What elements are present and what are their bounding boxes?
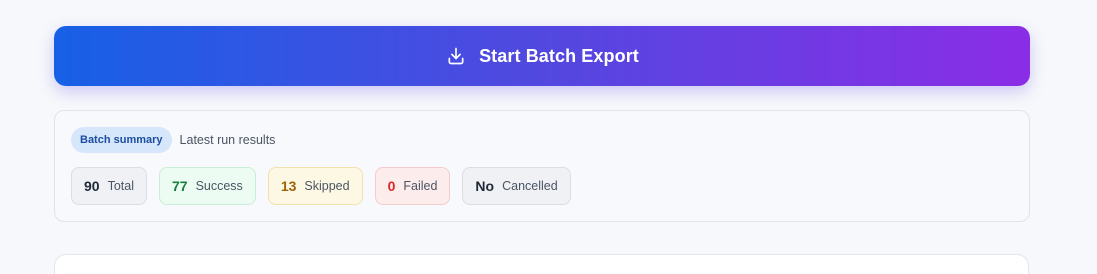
export-button-label: Start Batch Export [479, 45, 639, 66]
stat-skipped-value: 13 [280, 178, 297, 194]
stat-success-label: Success [195, 179, 243, 193]
download-icon [445, 45, 467, 67]
summary-header: Batch summary Latest run results [71, 127, 275, 153]
stat-cancelled: No Cancelled [462, 167, 571, 205]
stat-success-value: 77 [171, 178, 188, 194]
stat-skipped: 13 Skipped [267, 167, 363, 205]
stat-total: 90 Total [71, 167, 147, 205]
stat-failed: 0 Failed [374, 167, 451, 205]
stat-cancelled-label: Cancelled [502, 179, 558, 193]
batch-summary-badge: Batch summary [71, 127, 172, 153]
stat-skipped-label: Skipped [304, 179, 350, 193]
stat-failed-value: 0 [387, 178, 396, 194]
stat-success: 77 Success [158, 167, 256, 205]
batch-summary-card: Batch summary Latest run results 90 Tota… [54, 110, 1030, 222]
summary-subtitle: Latest run results [179, 133, 276, 147]
next-card [54, 254, 1029, 274]
summary-stats: 90 Total 77 Success 13 Skipped 0 Failed … [71, 167, 583, 205]
stat-failed-label: Failed [403, 179, 438, 193]
stat-total-label: Total [107, 179, 134, 193]
stat-total-value: 90 [84, 178, 100, 194]
stat-cancelled-value: No [475, 178, 495, 194]
start-batch-export-button[interactable]: Start Batch Export [54, 26, 1030, 86]
